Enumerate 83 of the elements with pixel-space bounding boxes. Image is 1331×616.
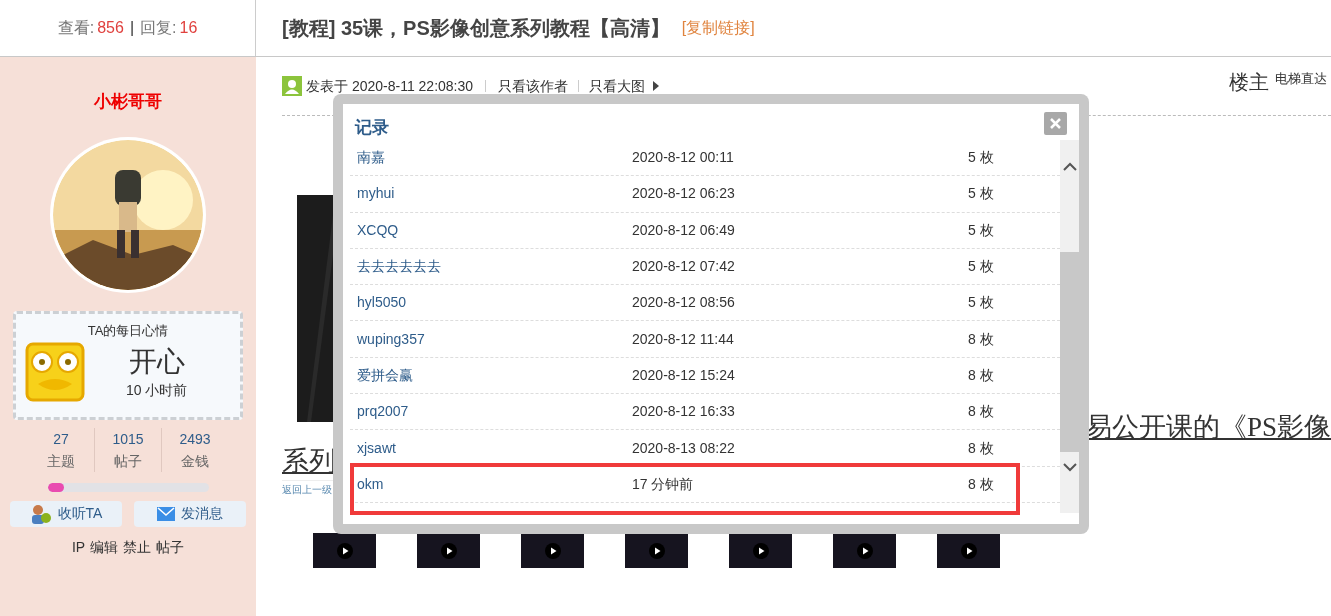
admin-link[interactable]: 帖子 [156, 536, 185, 558]
views-label: 查看: [57, 18, 95, 38]
record-time: 2020-8-12 06:23 [632, 184, 736, 204]
jump-link[interactable]: 电梯直达 [1275, 69, 1327, 89]
user-icon [29, 503, 52, 524]
chevron-down-icon[interactable] [1062, 462, 1077, 472]
stat-value[interactable]: 2493 [179, 427, 211, 450]
post-date: 发表于 2020-8-11 22:08:30 [306, 76, 474, 96]
play-icon [856, 542, 873, 559]
record-amount: 5 枚 [968, 148, 994, 168]
follow-button[interactable]: 收听TA [10, 500, 122, 527]
envelope-icon [157, 506, 175, 521]
triangle-icon [653, 81, 660, 91]
play-icon [648, 542, 665, 559]
play-icon [336, 542, 353, 559]
play-icon [544, 542, 561, 559]
user-name[interactable]: xjsawt [357, 437, 632, 459]
admin-link[interactable]: 编辑 [90, 536, 119, 558]
admin-link[interactable]: 禁止 [123, 536, 152, 558]
user-name[interactable]: okm [357, 473, 632, 495]
video-thumbnail[interactable] [729, 533, 792, 568]
author-only-link[interactable]: 只看该作者 [498, 75, 569, 97]
record-time: 2020-8-12 06:49 [632, 220, 736, 240]
replies-count: 16 [179, 18, 198, 38]
separator: | [129, 18, 135, 38]
user-name[interactable]: 爱拼会赢 [357, 364, 632, 386]
record-amount: 8 枚 [968, 402, 994, 422]
record-amount: 5 枚 [968, 184, 994, 204]
mood-time: 10 小时前 [126, 380, 188, 400]
user-name[interactable]: myhui [357, 183, 632, 205]
play-icon [960, 542, 977, 559]
record-amount: 8 枚 [968, 474, 994, 494]
play-icon [440, 542, 457, 559]
user-avatar-icon [282, 76, 302, 96]
record-time: 17 分钟前 [632, 474, 695, 494]
replies-label: 回复: [140, 18, 177, 38]
dialog-title: 记录 [355, 117, 389, 140]
stat-label: 帖子 [114, 451, 142, 471]
floor-label: 楼主 [1229, 70, 1269, 95]
record-time: 2020-8-12 16:33 [632, 402, 736, 422]
post-text: 易公开课的《PS影像 [1084, 412, 1331, 442]
user-name[interactable]: XCQQ [357, 219, 632, 241]
record-time: 2020-8-12 15:24 [632, 365, 736, 385]
stat-label: 金钱 [181, 451, 209, 471]
user-name[interactable]: 南嘉 [357, 147, 632, 169]
stat-label: 主题 [47, 451, 75, 471]
record-amount: 5 枚 [968, 220, 994, 240]
record-time: 2020-8-12 08:56 [632, 293, 736, 313]
play-icon [752, 542, 769, 559]
owl-icon [24, 340, 86, 404]
thread-title: [教程] 35课，PS影像创意系列教程【高清】 [282, 16, 670, 41]
views-count: 856 [97, 18, 124, 38]
video-thumbnail[interactable] [625, 533, 688, 568]
user-name[interactable]: prq2007 [357, 401, 632, 423]
message-button[interactable]: 发消息 [134, 500, 246, 527]
video-thumbnail[interactable] [417, 533, 480, 568]
record-amount: 8 枚 [968, 329, 994, 349]
user-name[interactable]: 去去去去去去 [357, 256, 632, 278]
record-time: 2020-8-13 08:22 [632, 438, 736, 458]
large-images-link[interactable]: 只看大图 [589, 75, 646, 97]
mood-text: 开心 [128, 344, 185, 379]
video-thumbnail[interactable] [937, 533, 1000, 568]
record-time: 2020-8-12 11:44 [632, 329, 735, 349]
chevron-up-icon[interactable] [1062, 162, 1077, 172]
user-name[interactable]: hyl5050 [357, 292, 632, 314]
video-thumbnail[interactable] [833, 533, 896, 568]
video-thumbnail[interactable] [521, 533, 584, 568]
stat-value[interactable]: 27 [53, 427, 69, 450]
record-amount: 5 枚 [968, 293, 994, 313]
close-icon [1050, 117, 1061, 129]
record-amount: 5 枚 [968, 257, 994, 277]
record-amount: 8 枚 [968, 438, 994, 458]
user-name[interactable]: wuping357 [357, 328, 632, 350]
username[interactable]: 小彬哥哥 [94, 89, 162, 115]
admin-link[interactable]: IP [71, 536, 86, 558]
record-time: 2020-8-12 07:42 [632, 257, 736, 277]
video-thumbnail[interactable] [313, 533, 376, 568]
record-amount: 8 枚 [968, 365, 994, 385]
stat-value[interactable]: 1015 [112, 427, 144, 450]
scrollbar[interactable] [1060, 140, 1079, 513]
back-link[interactable]: 返回上一级 [282, 484, 332, 496]
record-time: 2020-8-12 00:11 [632, 148, 735, 168]
mood-heading: TA的每日心情 [87, 321, 169, 340]
